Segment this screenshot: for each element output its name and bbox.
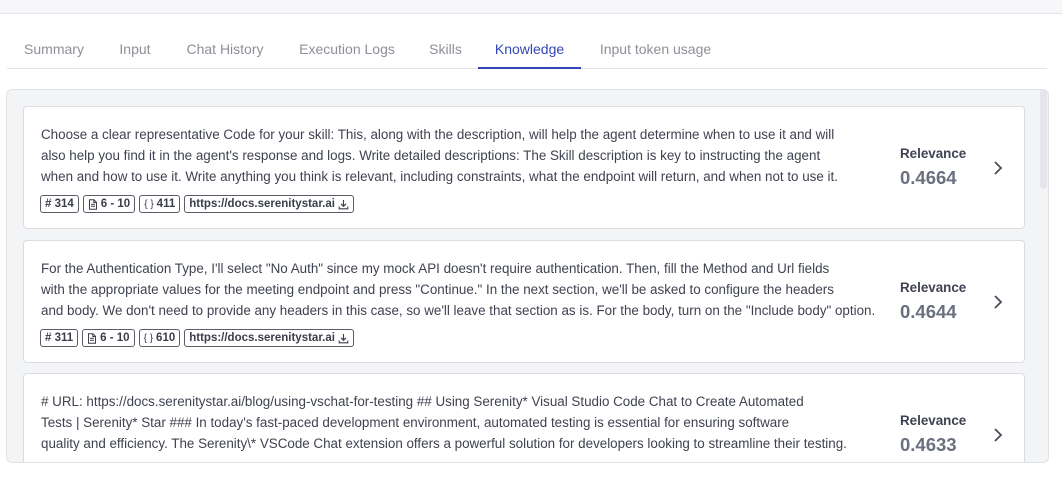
chunk-id-tag: # 314 (40, 195, 79, 213)
result-tags: # 314 6 - 10 { } 411 https://docs.sereni… (40, 195, 354, 213)
download-icon[interactable] (338, 333, 349, 344)
excerpt-line: and body. We don't need to provide any h… (41, 303, 876, 318)
token-count-tag: { } 411 (139, 195, 181, 213)
results-scrollbar[interactable] (1040, 89, 1047, 189)
token-count-tag: { } 610 (138, 329, 181, 347)
page-range-tag: 6 - 10 (82, 195, 136, 213)
relevance-label: Relevance (900, 146, 967, 161)
excerpt-line: when and how to use it. Write anything y… (41, 169, 838, 184)
tab-input-token-usage[interactable]: Input token usage (598, 32, 713, 68)
page-range-text: 6 - 10 (100, 198, 131, 210)
excerpt-line: quality and efficiency. The Serenity\* V… (41, 436, 847, 451)
result-excerpt: Choose a clear representative Code for y… (41, 124, 889, 187)
excerpt-line: # URL: https://docs.serenitystar.ai/blog… (41, 394, 804, 409)
knowledge-result-card[interactable]: For the Authentication Type, I'll select… (23, 240, 1025, 363)
tab-input[interactable]: Input (118, 32, 152, 68)
excerpt-line: with the appropriate values for the meet… (41, 282, 834, 297)
chunk-id-tag: # 311 (40, 329, 79, 347)
page-range-tag: 6 - 10 (82, 329, 135, 347)
excerpt-line: also help you find it in the agent's res… (41, 148, 821, 163)
excerpt-line: Tests | Serenity* Star ### In today's fa… (41, 415, 790, 430)
page-range-text: 6 - 10 (100, 332, 130, 344)
chevron-right-icon[interactable] (990, 427, 1006, 443)
chevron-right-icon[interactable] (990, 160, 1006, 176)
relevance-label: Relevance (900, 413, 967, 428)
token-count-text: 610 (156, 332, 176, 344)
tab-execution-logs[interactable]: Execution Logs (298, 32, 396, 68)
excerpt-line: For the Authentication Type, I'll select… (41, 261, 830, 276)
download-icon[interactable] (338, 199, 349, 210)
result-excerpt: For the Authentication Type, I'll select… (41, 258, 889, 321)
document-icon (88, 198, 97, 210)
tab-bar: Summary Input Chat History Execution Log… (7, 32, 1047, 69)
tab-chat-history[interactable]: Chat History (185, 32, 265, 68)
braces-icon: { } (143, 332, 154, 344)
result-tags: # 311 6 - 10 { } 610 https://docs.sereni… (40, 329, 354, 347)
tab-skills[interactable]: Skills (429, 32, 462, 68)
top-bar (0, 0, 1062, 14)
result-excerpt: # URL: https://docs.serenitystar.ai/blog… (41, 391, 889, 454)
excerpt-line: Choose a clear representative Code for y… (41, 127, 835, 142)
braces-icon: { } (144, 198, 154, 210)
source-url[interactable]: https://docs.serenitystar.ai (189, 332, 335, 344)
relevance-score: 0.4644 (900, 301, 957, 322)
document-icon (88, 332, 97, 344)
tab-knowledge[interactable]: Knowledge (478, 32, 581, 69)
relevance-score: 0.4664 (900, 167, 957, 188)
source-url[interactable]: https://docs.serenitystar.ai (189, 198, 335, 210)
source-link-tag[interactable]: https://docs.serenitystar.ai (184, 329, 354, 347)
relevance-score: 0.4633 (900, 434, 957, 455)
knowledge-result-card[interactable]: # URL: https://docs.serenitystar.ai/blog… (23, 373, 1025, 462)
token-count-text: 411 (156, 198, 176, 210)
tab-summary[interactable]: Summary (23, 32, 85, 68)
knowledge-result-card[interactable]: Choose a clear representative Code for y… (23, 106, 1025, 229)
chevron-right-icon[interactable] (990, 294, 1006, 310)
source-link-tag[interactable]: https://docs.serenitystar.ai (184, 195, 354, 213)
relevance-label: Relevance (900, 280, 967, 295)
knowledge-results-panel[interactable]: Choose a clear representative Code for y… (6, 89, 1049, 463)
